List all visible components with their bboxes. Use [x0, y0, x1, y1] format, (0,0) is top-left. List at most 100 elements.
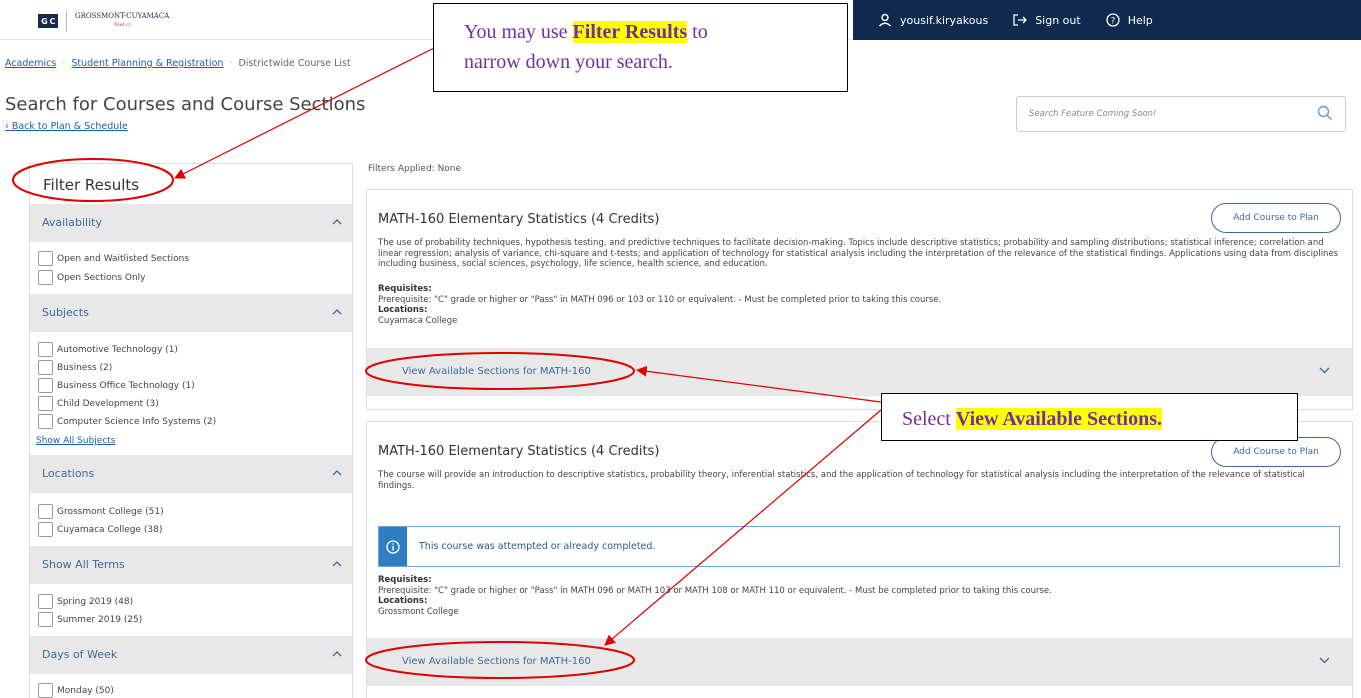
locations-header[interactable]: Locations — [30, 455, 352, 493]
back-to-plan-link[interactable]: ‹ Back to Plan & Schedule — [5, 121, 128, 132]
view-sections-toggle[interactable]: View Available Sections for MATH-160 — [367, 348, 1352, 396]
availability-header[interactable]: Availability — [30, 204, 352, 242]
days-header[interactable]: Days of Week — [30, 636, 352, 674]
search-placeholder: Search Feature Coming Soon! — [1029, 109, 1157, 119]
user-name: yousif.kiryakous — [900, 13, 989, 27]
chevron-up-icon — [332, 561, 342, 567]
filter-option[interactable]: Cuyamaca College (38) — [38, 522, 162, 537]
checkbox[interactable] — [38, 251, 53, 266]
callout-text: narrow down your search. — [464, 51, 673, 73]
callout-text: to — [687, 21, 708, 43]
view-sections-toggle[interactable]: View Available Sections for MATH-160 — [367, 638, 1352, 686]
chevron-down-icon — [1319, 657, 1330, 664]
filter-results-title: Filter Results — [43, 176, 140, 194]
checkbox[interactable] — [38, 360, 53, 375]
info-icon — [379, 527, 407, 566]
course-search-input[interactable]: Search Feature Coming Soon! — [1016, 96, 1346, 132]
logo-mark: G C — [38, 14, 58, 28]
availability-label: Availability — [42, 216, 102, 229]
sign-out-icon — [1013, 14, 1028, 26]
filter-option[interactable]: Spring 2019 (48) — [38, 594, 133, 609]
subjects-header[interactable]: Subjects — [30, 294, 352, 332]
filter-option[interactable]: Business Office Technology (1) — [38, 378, 195, 393]
checkbox[interactable] — [38, 522, 53, 537]
help-button[interactable]: ? Help — [1106, 13, 1153, 27]
locations-label: Locations: — [378, 596, 428, 606]
course-notice: This course was attempted or already com… — [378, 526, 1340, 567]
add-course-to-plan-button[interactable]: Add Course to Plan — [1211, 437, 1341, 467]
checkbox[interactable] — [38, 683, 53, 698]
logo-text: GROSSMONT-CUYAMACA Tout ci — [75, 12, 169, 30]
filter-option-label: Spring 2019 (48) — [57, 596, 134, 607]
add-course-to-plan-button[interactable]: Add Course to Plan — [1211, 203, 1341, 233]
checkbox[interactable] — [38, 612, 53, 627]
breadcrumb-separator: · — [62, 58, 66, 69]
view-sections-label: View Available Sections for MATH-160 — [402, 366, 591, 377]
callout-highlight: Filter Results — [572, 21, 688, 43]
terms-header[interactable]: Show All Terms — [30, 546, 352, 584]
checkbox[interactable] — [38, 504, 53, 519]
sections-callout: Select View Available Sections. — [881, 393, 1298, 441]
requisites-text: Prerequisite: "C" grade or higher or "Pa… — [378, 585, 1052, 596]
show-all-subjects-link[interactable]: Show All Subjects — [36, 436, 116, 446]
filter-option[interactable]: Computer Science Info Systems (2) — [38, 414, 216, 429]
chevron-down-icon — [1319, 367, 1330, 374]
filter-option[interactable]: Summer 2019 (25) — [38, 612, 142, 627]
course-title: MATH-160 Elementary Statistics (4 Credit… — [378, 212, 660, 227]
breadcrumb-separator: · — [229, 58, 233, 69]
course-card: MATH-160 Elementary Statistics (4 Credit… — [366, 421, 1353, 698]
logo-subtitle: Tout ci — [113, 22, 131, 28]
notice-text: This course was attempted or already com… — [419, 541, 656, 552]
chevron-up-icon — [332, 309, 342, 315]
filter-option-label: Computer Science Info Systems (2) — [57, 416, 217, 427]
checkbox[interactable] — [38, 270, 53, 285]
user-nav: yousif.kiryakous Sign out ? Help — [853, 0, 1361, 40]
course-description: The course will provide an introduction … — [378, 470, 1305, 491]
filter-option[interactable]: Grossmont College (51) — [38, 504, 164, 519]
user-menu[interactable]: yousif.kiryakous — [878, 13, 988, 27]
checkbox[interactable] — [38, 378, 53, 393]
filter-option-label: Automotive Technology (1) — [57, 344, 178, 355]
location-text: Grossmont College — [378, 606, 459, 617]
checkbox[interactable] — [38, 396, 53, 411]
sign-out-button[interactable]: Sign out — [1013, 14, 1081, 27]
breadcrumb-academics[interactable]: Academics — [5, 58, 56, 69]
days-label: Days of Week — [42, 648, 118, 661]
course-requisites: Requisites: Prerequisite: "C" grade or h… — [378, 284, 941, 326]
filter-option[interactable]: Business (2) — [38, 360, 112, 375]
chevron-up-icon — [332, 470, 342, 476]
search-icon[interactable] — [1317, 105, 1333, 121]
locations-label: Locations — [42, 467, 95, 480]
help-icon: ? — [1106, 13, 1120, 27]
filter-option[interactable]: Automotive Technology (1) — [38, 342, 178, 357]
filter-option[interactable]: Monday (50) — [38, 683, 114, 698]
filter-option-label: Grossmont College (51) — [57, 506, 164, 517]
filter-option[interactable]: Open Sections Only — [38, 270, 146, 285]
filter-option[interactable]: Open and Waitlisted Sections — [38, 251, 189, 266]
checkbox[interactable] — [38, 342, 53, 357]
course-description: The use of probability techniques, hypot… — [378, 238, 1339, 269]
back-link-label: Back to Plan & Schedule — [11, 121, 128, 132]
logo-divider — [66, 10, 67, 32]
filter-option[interactable]: Child Development (3) — [38, 396, 159, 411]
filter-option-label: Business Office Technology (1) — [57, 380, 195, 391]
logo-name: GROSSMONT-CUYAMACA — [75, 12, 170, 20]
user-icon — [879, 13, 891, 27]
terms-label: Show All Terms — [42, 558, 125, 571]
filter-option-label: Open Sections Only — [57, 272, 146, 283]
callout-highlight: View Available Sections. — [955, 408, 1162, 430]
filter-option-label: Cuyamaca College (38) — [57, 524, 163, 535]
callout-text: You may use — [464, 21, 573, 43]
filter-option-label: Business (2) — [57, 362, 113, 373]
breadcrumb-student-planning[interactable]: Student Planning & Registration — [71, 58, 223, 69]
locations-label: Locations: — [378, 305, 428, 315]
chevron-left-icon: ‹ — [5, 121, 12, 132]
filter-callout: You may use Filter Results to narrow dow… — [433, 3, 848, 92]
college-logo[interactable]: G C GROSSMONT-CUYAMACA Tout ci — [38, 10, 169, 32]
checkbox[interactable] — [38, 414, 53, 429]
view-sections-label: View Available Sections for MATH-160 — [402, 656, 591, 667]
callout-text: Select — [902, 408, 956, 430]
help-label: Help — [1127, 13, 1153, 27]
filter-option-label: Open and Waitlisted Sections — [57, 253, 190, 264]
checkbox[interactable] — [38, 594, 53, 609]
